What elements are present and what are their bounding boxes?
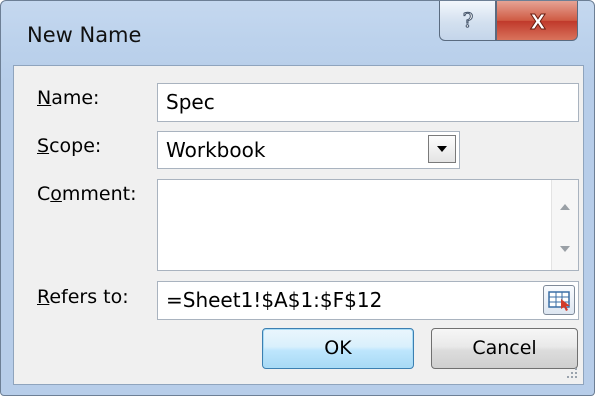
help-button[interactable]: ? bbox=[439, 1, 496, 41]
comment-textarea[interactable] bbox=[157, 179, 579, 271]
scroll-down-arrow-icon bbox=[560, 246, 570, 252]
range-select-icon bbox=[548, 291, 570, 311]
name-value: Spec bbox=[166, 90, 215, 114]
comment-label: Comment: bbox=[37, 183, 137, 205]
range-select-button[interactable] bbox=[543, 285, 575, 315]
cancel-button[interactable]: Cancel bbox=[431, 328, 578, 369]
name-input[interactable]: Spec bbox=[157, 83, 579, 122]
scope-dropdown-button[interactable] bbox=[428, 135, 456, 163]
refers-to-value: =Sheet1!$A$1:$F$12 bbox=[166, 288, 383, 312]
resize-grip-icon[interactable] bbox=[563, 364, 579, 380]
dialog-body: Name: Spec Scope: Workbook Comment: Refe… bbox=[13, 65, 584, 385]
close-icon: X bbox=[530, 10, 547, 35]
comment-scrollbar[interactable] bbox=[551, 180, 578, 270]
dialog-title: New Name bbox=[27, 23, 142, 47]
scope-label: Scope: bbox=[37, 135, 102, 157]
scope-value: Workbook bbox=[166, 138, 266, 162]
scroll-up-arrow-icon bbox=[560, 204, 570, 210]
ok-button[interactable]: OK bbox=[262, 328, 414, 369]
refers-to-label: Refers to: bbox=[37, 286, 129, 308]
refers-to-input[interactable]: =Sheet1!$A$1:$F$12 bbox=[157, 281, 579, 320]
scope-dropdown[interactable]: Workbook bbox=[157, 131, 460, 169]
name-label: Name: bbox=[37, 87, 100, 109]
chevron-down-icon bbox=[437, 146, 447, 152]
close-glyph: X bbox=[530, 10, 546, 34]
help-glyph: ? bbox=[463, 8, 474, 32]
close-button[interactable]: X bbox=[496, 1, 578, 41]
help-icon: ? bbox=[462, 8, 474, 33]
new-name-dialog: New Name ? X Name: Spec Scope: Workbook … bbox=[0, 0, 595, 396]
